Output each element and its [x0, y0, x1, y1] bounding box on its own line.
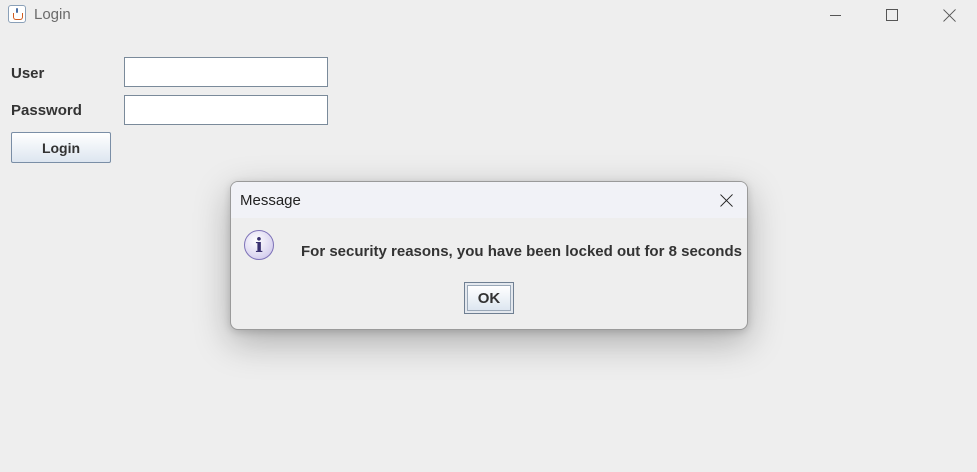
- maximize-icon: [886, 9, 898, 21]
- dialog-message: For security reasons, you have been lock…: [301, 243, 742, 260]
- dialog-title: Message: [240, 192, 301, 209]
- message-dialog: Message i For security reasons, you have…: [230, 181, 748, 330]
- user-label: User: [11, 65, 45, 82]
- dialog-close-button[interactable]: [715, 188, 739, 212]
- info-icon: i: [244, 230, 274, 260]
- window-title: Login: [34, 6, 71, 23]
- close-window-button[interactable]: [921, 0, 977, 30]
- login-button[interactable]: Login: [11, 132, 111, 163]
- password-input[interactable]: [124, 95, 328, 125]
- ok-button[interactable]: OK: [464, 282, 514, 314]
- java-cup-icon: [8, 5, 26, 23]
- user-input[interactable]: [124, 57, 328, 87]
- close-icon: [720, 193, 734, 207]
- password-label: Password: [11, 102, 82, 119]
- dialog-titlebar: Message: [231, 182, 747, 218]
- minimize-icon: [829, 14, 841, 16]
- close-icon: [943, 8, 957, 22]
- minimize-button[interactable]: [806, 0, 864, 30]
- maximize-button[interactable]: [863, 0, 921, 30]
- window-titlebar: Login: [0, 0, 977, 32]
- ok-button-label: OK: [467, 285, 511, 311]
